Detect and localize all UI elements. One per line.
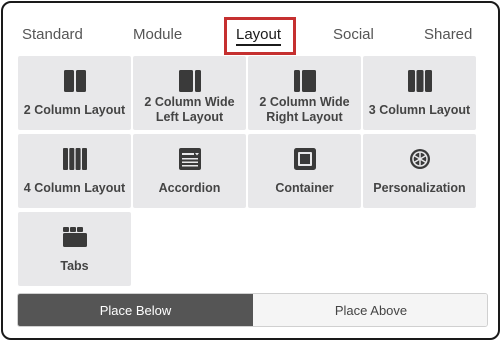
place-above-button[interactable]: Place Above: [253, 294, 487, 326]
place-below-button[interactable]: Place Below: [18, 294, 253, 326]
tab-standard[interactable]: Standard: [22, 25, 83, 45]
accordion-icon: [133, 147, 246, 171]
tile-3-column-layout[interactable]: 3 Column Layout: [363, 56, 476, 130]
tile-tabs[interactable]: Tabs: [18, 212, 131, 286]
tile-2-column-wide-right-layout[interactable]: 2 Column Wide Right Layout: [248, 56, 361, 130]
container-icon: [248, 147, 361, 171]
tile-label: 2 Column Layout: [23, 102, 126, 117]
tile-container[interactable]: Container: [248, 134, 361, 208]
tile-label: 2 Column Wide Left Layout: [144, 95, 235, 124]
two-column-icon: [18, 69, 131, 93]
tab-shared[interactable]: Shared: [424, 25, 472, 45]
tile-label: 2 Column Wide Right Layout: [259, 95, 350, 124]
tabs-icon: [18, 225, 131, 249]
tile-label: Container: [275, 180, 334, 195]
personalization-icon: [363, 147, 476, 171]
wide-right-icon: [248, 69, 361, 93]
tab-social[interactable]: Social: [333, 25, 374, 45]
tile-label: 4 Column Layout: [23, 180, 126, 195]
wide-left-icon: [133, 69, 246, 93]
tab-module[interactable]: Module: [133, 25, 182, 45]
tile-2-column-layout[interactable]: 2 Column Layout: [18, 56, 131, 130]
tile-personalization[interactable]: Personalization: [363, 134, 476, 208]
category-tabs: Standard Module Layout Social Shared: [3, 3, 498, 55]
insert-widget-panel: Standard Module Layout Social Shared 2 C…: [1, 1, 500, 340]
tile-2-column-wide-left-layout[interactable]: 2 Column Wide Left Layout: [133, 56, 246, 130]
tile-label: Accordion: [158, 180, 221, 195]
placement-toggle: Place Below Place Above: [17, 293, 488, 327]
three-column-icon: [363, 69, 476, 93]
tile-label: 3 Column Layout: [368, 102, 471, 117]
tile-label: Tabs: [60, 258, 89, 273]
four-column-icon: [18, 147, 131, 171]
tile-4-column-layout[interactable]: 4 Column Layout: [18, 134, 131, 208]
active-tab-highlight: [224, 17, 296, 55]
tile-label: Personalization: [373, 180, 466, 195]
tile-accordion[interactable]: Accordion: [133, 134, 246, 208]
